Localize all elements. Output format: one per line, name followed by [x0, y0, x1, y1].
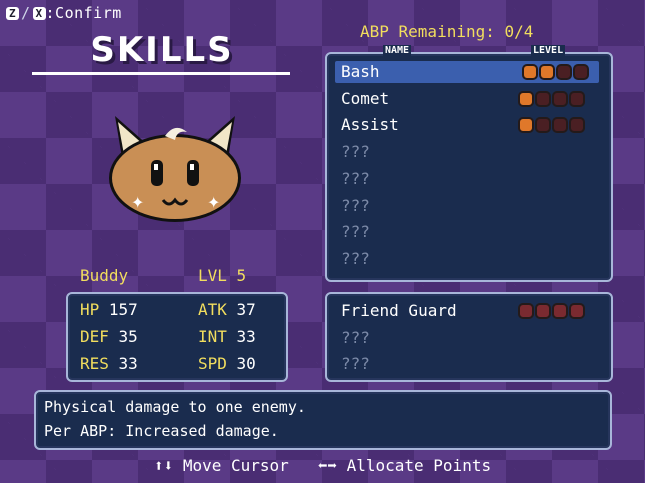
skill-slot-locked[interactable]: ???	[337, 168, 595, 190]
level-pip	[535, 303, 551, 319]
left-right-arrows-icon: ⬅➡	[317, 456, 337, 475]
svg-text:✦: ✦	[131, 193, 144, 212]
level-pip	[556, 64, 572, 80]
skill-name: ???	[341, 327, 370, 347]
level-column-header: LEVEL	[531, 45, 566, 56]
cat-face-icon: ✦ ✦	[109, 116, 241, 222]
stat-hp-label: HP	[80, 300, 100, 319]
level-pip	[569, 303, 585, 319]
up-down-arrows-icon: ⬆⬇	[153, 456, 174, 475]
skills-panel: NAME LEVEL Bash Comet Assist??????????????…	[325, 45, 613, 282]
passive-skills-panel: Friend Guard??????	[325, 292, 613, 382]
svg-text:✦: ✦	[207, 193, 220, 212]
stat-spd: SPD 30	[198, 354, 256, 373]
stats-panel: HP 157 ATK 37 DEF 35 INT 33 RES 33 SPD 3…	[66, 292, 288, 382]
title-divider	[32, 72, 290, 75]
stat-res-label: RES	[80, 354, 109, 373]
level-pip	[518, 90, 534, 107]
stat-def-label: DEF	[80, 327, 109, 346]
stat-atk-value: 37	[236, 300, 256, 319]
stat-spd-label: SPD	[198, 354, 227, 373]
x-key-icon: X	[32, 7, 46, 20]
level-pip	[518, 303, 534, 319]
stat-atk: ATK 37	[198, 300, 256, 319]
skill-level-pips	[518, 303, 585, 319]
stat-def: DEF 35	[80, 327, 138, 346]
character-level: LVL 5	[198, 266, 247, 285]
skill-level-pips	[518, 90, 585, 107]
skill-name: Comet	[341, 88, 390, 108]
level-pip	[535, 90, 551, 107]
skill-name: ???	[341, 168, 370, 188]
skill-name: Bash	[341, 62, 380, 81]
stat-atk-label: ATK	[198, 300, 227, 319]
footer-hints: ⬆⬇ Move Cursor ⬅➡ Allocate Points	[0, 456, 645, 475]
level-pip	[573, 64, 589, 80]
skill-level-pips	[518, 117, 585, 134]
stat-def-value: 35	[118, 327, 138, 346]
level-pip	[535, 117, 551, 134]
level-pip	[518, 117, 534, 134]
key-separator: /	[21, 4, 31, 22]
level-pip	[569, 117, 585, 134]
character-name: Buddy	[80, 266, 129, 285]
level-pip	[539, 64, 555, 80]
skill-slot-locked[interactable]: ???	[337, 221, 595, 243]
skill-name: ???	[341, 354, 370, 374]
skill-slot-locked[interactable]: ???	[337, 141, 595, 163]
skill-row[interactable]: Friend Guard	[337, 300, 595, 322]
skill-slot-locked[interactable]: ???	[337, 327, 595, 349]
stat-res-value: 33	[118, 354, 138, 373]
skill-slot-locked[interactable]: ???	[337, 248, 595, 270]
stat-int: INT 33	[198, 327, 256, 346]
skill-name: Friend Guard	[341, 301, 457, 320]
level-pip	[552, 303, 568, 319]
allocate-points-hint: Allocate Points	[346, 456, 492, 475]
stat-hp: HP 157	[80, 300, 138, 319]
skill-row[interactable]: Bash	[335, 61, 599, 83]
move-cursor-hint: Move Cursor	[182, 456, 289, 475]
skill-slot-locked[interactable]: ???	[337, 195, 595, 217]
stat-res: RES 33	[80, 354, 138, 373]
level-pip	[552, 90, 568, 107]
skill-level-pips	[522, 64, 589, 80]
skill-name: ???	[341, 142, 370, 162]
skill-name: ???	[341, 195, 370, 215]
description-line-1: Physical damage to one enemy.	[44, 398, 306, 416]
stat-int-value: 33	[236, 327, 256, 346]
skill-name: Assist	[341, 115, 399, 135]
level-pip	[522, 64, 538, 80]
skill-row[interactable]: Assist	[337, 114, 595, 136]
confirm-hint: Z / X:Confirm	[6, 4, 122, 22]
confirm-label: :Confirm	[45, 4, 122, 22]
stat-hp-value: 157	[108, 300, 138, 319]
stat-int-label: INT	[198, 327, 227, 346]
skill-name: ???	[341, 222, 370, 242]
z-key-icon: Z	[6, 7, 19, 20]
skill-name: ???	[341, 248, 370, 268]
skill-row[interactable]: Comet	[337, 88, 595, 110]
level-pip	[569, 90, 585, 107]
name-column-header: NAME	[383, 45, 412, 56]
description-panel: Physical damage to one enemy. Per ABP: I…	[34, 390, 612, 450]
description-line-2: Per ABP: Increased damage.	[44, 422, 279, 440]
skill-slot-locked[interactable]: ???	[337, 353, 595, 375]
page-title: SKILLS	[90, 30, 234, 70]
abp-remaining: ABP Remaining: 0/4	[360, 22, 534, 41]
level-pip	[552, 117, 568, 134]
stat-spd-value: 30	[236, 354, 256, 373]
